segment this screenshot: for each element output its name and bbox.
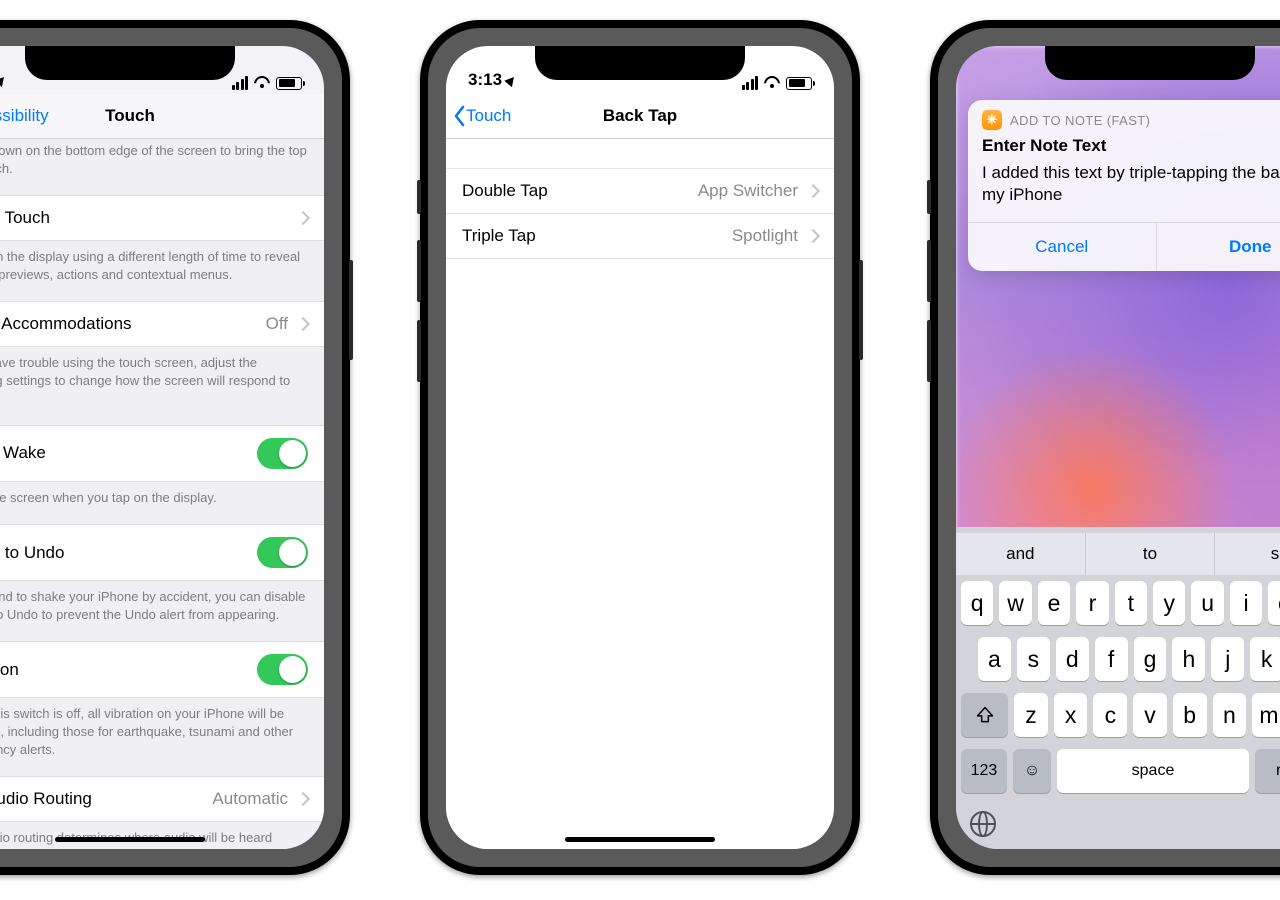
key-z[interactable]: z bbox=[1014, 693, 1048, 737]
key-b[interactable]: b bbox=[1173, 693, 1207, 737]
shortcut-alert: ✳ ADD TO NOTE (FAST) Enter Note Text I a… bbox=[968, 100, 1280, 271]
tap-to-wake-toggle[interactable] bbox=[257, 438, 308, 469]
key-d[interactable]: d bbox=[1056, 637, 1089, 681]
phone-back-tap: 3:13 Touch Back Tap Double TapApp Switch… bbox=[420, 20, 860, 875]
key-w[interactable]: w bbox=[999, 581, 1031, 625]
chevron-right-icon bbox=[296, 211, 310, 225]
key-c[interactable]: c bbox=[1093, 693, 1127, 737]
alert-title: Enter Note Text bbox=[968, 134, 1280, 158]
back-button[interactable]: Touch bbox=[446, 105, 511, 127]
home-indicator[interactable] bbox=[565, 837, 715, 842]
key-m[interactable]: m bbox=[1252, 693, 1280, 737]
chevron-right-icon bbox=[806, 229, 820, 243]
shake-to-undo-toggle[interactable] bbox=[257, 537, 308, 568]
cellular-icon bbox=[742, 76, 759, 90]
tap-to-wake-footer: Wake the screen when you tap on the disp… bbox=[0, 482, 324, 525]
haptic-touch-row[interactable]: Haptic Touch bbox=[0, 195, 324, 241]
suggestion-2[interactable]: to bbox=[1085, 533, 1215, 575]
touch-accommodations-row[interactable]: Touch AccommodationsOff bbox=[0, 301, 324, 347]
return-key[interactable]: return bbox=[1255, 749, 1280, 793]
shake-to-undo-footer: If you tend to shake your iPhone by acci… bbox=[0, 581, 324, 641]
location-icon bbox=[504, 73, 517, 86]
key-s[interactable]: s bbox=[1017, 637, 1050, 681]
key-e[interactable]: e bbox=[1038, 581, 1070, 625]
wifi-icon bbox=[763, 76, 781, 90]
shift-key[interactable] bbox=[961, 693, 1008, 737]
key-g[interactable]: g bbox=[1134, 637, 1167, 681]
chevron-right-icon bbox=[806, 184, 820, 198]
cancel-button[interactable]: Cancel bbox=[968, 223, 1156, 271]
phone-shortcut-prompt: ✳ ADD TO NOTE (FAST) Enter Note Text I a… bbox=[930, 20, 1280, 875]
key-y[interactable]: y bbox=[1153, 581, 1185, 625]
emoji-key[interactable]: ☺ bbox=[1013, 749, 1051, 793]
chevron-right-icon bbox=[296, 792, 310, 806]
triple-tap-row[interactable]: Triple TapSpotlight bbox=[446, 214, 834, 259]
shake-to-undo-row: Shake to Undo bbox=[0, 524, 324, 581]
key-f[interactable]: f bbox=[1095, 637, 1128, 681]
call-audio-routing-footer: Call audio routing determines where audi… bbox=[0, 822, 324, 849]
numbers-key[interactable]: 123 bbox=[961, 749, 1007, 793]
suggestion-3[interactable]: so bbox=[1214, 533, 1280, 575]
navbar: Accessibility Touch bbox=[0, 94, 324, 139]
location-icon bbox=[0, 73, 8, 86]
battery-icon bbox=[786, 77, 812, 90]
key-a[interactable]: a bbox=[978, 637, 1011, 681]
haptic-touch-footer: Press on the display using a different l… bbox=[0, 241, 324, 301]
alert-text-field[interactable]: I added this text by triple-tapping the … bbox=[968, 158, 1280, 222]
key-j[interactable]: j bbox=[1211, 637, 1244, 681]
key-x[interactable]: x bbox=[1054, 693, 1088, 737]
key-h[interactable]: h bbox=[1172, 637, 1205, 681]
vibration-toggle[interactable] bbox=[257, 654, 308, 685]
double-tap-row[interactable]: Double TapApp Switcher bbox=[446, 168, 834, 214]
key-o[interactable]: o bbox=[1268, 581, 1280, 625]
key-q[interactable]: q bbox=[961, 581, 993, 625]
navbar: Touch Back Tap bbox=[446, 94, 834, 139]
chevron-right-icon bbox=[296, 317, 310, 331]
battery-icon bbox=[276, 77, 302, 90]
key-v[interactable]: v bbox=[1133, 693, 1167, 737]
notch bbox=[535, 46, 745, 80]
globe-key[interactable] bbox=[970, 811, 996, 837]
touch-accommodations-footer: If you have trouble using the touch scre… bbox=[0, 347, 324, 425]
space-key[interactable]: space bbox=[1057, 749, 1248, 793]
call-audio-routing-row[interactable]: Call Audio RoutingAutomatic bbox=[0, 776, 324, 822]
back-label: Touch bbox=[466, 106, 511, 126]
keyboard: and to so qwertyuiop asdfghjkl zxcvbnm 1… bbox=[956, 527, 1280, 849]
key-i[interactable]: i bbox=[1230, 581, 1262, 625]
phone-touch-settings: 3:13 Accessibility Touch Swipe down on t… bbox=[0, 20, 350, 875]
cellular-icon bbox=[232, 76, 249, 90]
notch bbox=[25, 46, 235, 80]
key-n[interactable]: n bbox=[1213, 693, 1247, 737]
suggestion-bar: and to so bbox=[956, 533, 1280, 575]
done-button[interactable]: Done bbox=[1156, 223, 1280, 271]
reachability-footer: Swipe down on the bottom edge of the scr… bbox=[0, 138, 324, 195]
tap-to-wake-row: Tap to Wake bbox=[0, 425, 324, 482]
back-button[interactable]: Accessibility bbox=[0, 105, 49, 127]
wifi-icon bbox=[253, 76, 271, 90]
alert-header: ADD TO NOTE (FAST) bbox=[1010, 113, 1150, 128]
vibration-footer: When this switch is off, all vibration o… bbox=[0, 698, 324, 776]
vibration-row: Vibration bbox=[0, 641, 324, 698]
shortcut-app-icon: ✳ bbox=[982, 110, 1002, 130]
key-r[interactable]: r bbox=[1076, 581, 1108, 625]
key-t[interactable]: t bbox=[1115, 581, 1147, 625]
key-u[interactable]: u bbox=[1191, 581, 1223, 625]
notch bbox=[1045, 46, 1255, 80]
home-indicator[interactable] bbox=[55, 837, 205, 842]
back-label: Accessibility bbox=[0, 106, 49, 126]
status-time: 3:13 bbox=[468, 70, 502, 90]
key-k[interactable]: k bbox=[1250, 637, 1280, 681]
suggestion-1[interactable]: and bbox=[956, 533, 1085, 575]
